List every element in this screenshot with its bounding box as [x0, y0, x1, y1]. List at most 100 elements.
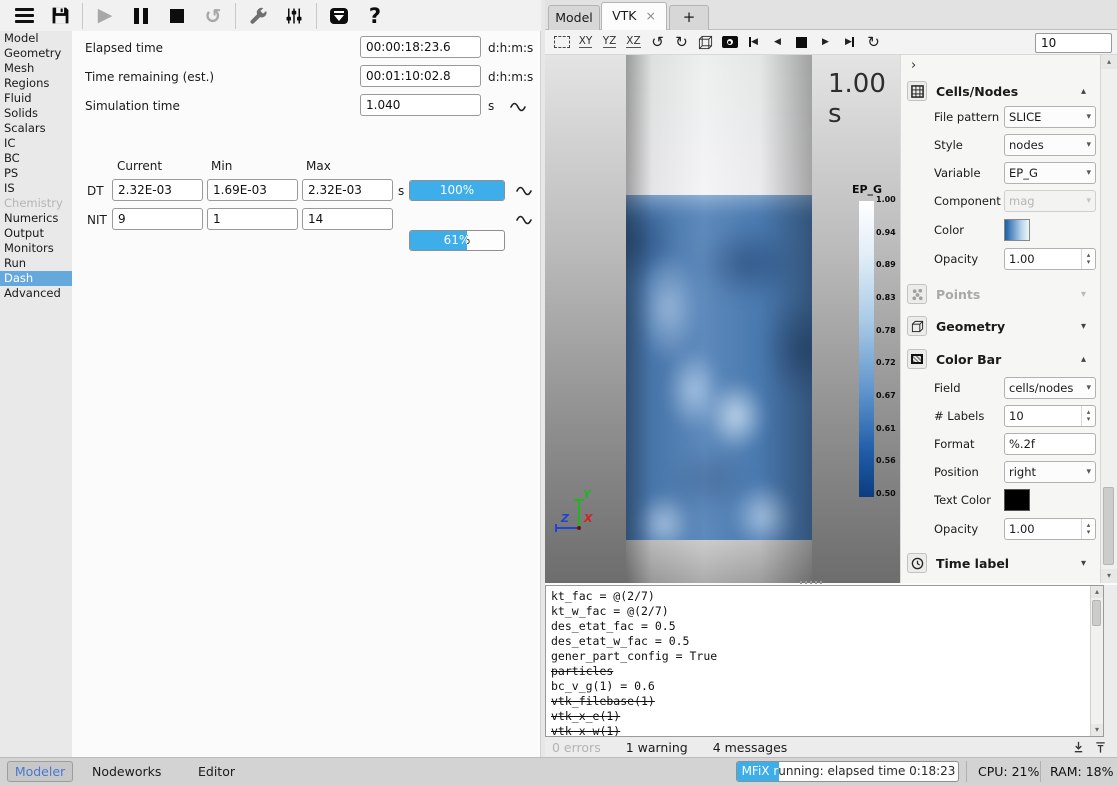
- stop-button[interactable]: [159, 3, 195, 29]
- section-color-bar[interactable]: Color Bar ▴: [907, 348, 1086, 370]
- scroll-up-icon[interactable]: ▴: [1091, 586, 1103, 598]
- messages-count[interactable]: 4 messages: [713, 740, 788, 755]
- main-toolbar: ▶ ↺ ?: [0, 0, 545, 31]
- dt-current-field[interactable]: 2.32E-03: [112, 179, 203, 201]
- plot-dt-button[interactable]: [515, 183, 537, 196]
- terminal-scrollbar[interactable]: ▴ ▾: [1090, 586, 1103, 736]
- sidebar-item-monitors[interactable]: Monitors: [0, 241, 72, 256]
- scrollbar-thumb[interactable]: [1092, 600, 1101, 626]
- play-button[interactable]: ▶: [87, 3, 123, 29]
- close-tab-icon[interactable]: ×: [645, 8, 655, 23]
- file-pattern-dropdown[interactable]: SLICE▾: [1004, 106, 1096, 128]
- variable-dropdown[interactable]: EP_G▾: [1004, 162, 1096, 184]
- refresh-button[interactable]: ↻: [865, 33, 882, 51]
- control-panel-scrollbar[interactable]: ▴ ▾: [1100, 55, 1117, 583]
- tab-model[interactable]: Model: [548, 5, 600, 30]
- first-frame-button[interactable]: ◀: [745, 33, 762, 51]
- settings-button[interactable]: [276, 3, 312, 29]
- sliders-icon: [285, 7, 303, 25]
- menu-button[interactable]: [6, 3, 42, 29]
- sidebar-item-numerics[interactable]: Numerics: [0, 211, 72, 226]
- sidebar-item-dash[interactable]: Dash: [0, 271, 72, 286]
- scrollbar-thumb[interactable]: [1103, 487, 1114, 565]
- fit-view-button[interactable]: [553, 33, 570, 51]
- view-xy-button[interactable]: XY: [577, 33, 594, 51]
- save-button[interactable]: [42, 3, 78, 29]
- rotate-right-button[interactable]: ↻: [673, 33, 690, 51]
- add-tab-button[interactable]: +: [669, 5, 709, 30]
- sidebar-item-advanced[interactable]: Advanced: [0, 286, 72, 301]
- scroll-down-icon[interactable]: ▾: [1101, 569, 1117, 583]
- frame-index-input[interactable]: 10: [1035, 33, 1112, 53]
- plot-nit-button[interactable]: [515, 212, 537, 225]
- pause-button[interactable]: [123, 3, 159, 29]
- sidebar-item-model[interactable]: Model: [0, 31, 72, 46]
- sidebar-item-is[interactable]: IS: [0, 181, 72, 196]
- scroll-to-bottom-button[interactable]: [1067, 739, 1089, 755]
- dt-min-field[interactable]: 1.69E-03: [207, 179, 298, 201]
- snapshot-button[interactable]: [721, 33, 738, 51]
- sidebar-item-ps[interactable]: PS: [0, 166, 72, 181]
- scroll-to-top-button[interactable]: [1089, 739, 1111, 755]
- format-input[interactable]: %.2f: [1004, 433, 1096, 455]
- tab-vtk[interactable]: VTK ×: [601, 2, 667, 30]
- colorbar-opacity-spinbox[interactable]: 1.00▴▾: [1004, 518, 1096, 540]
- scroll-up-icon[interactable]: ▴: [1101, 55, 1117, 69]
- section-cells-nodes[interactable]: Cells/Nodes ▴: [907, 80, 1086, 102]
- position-dropdown[interactable]: right▾: [1004, 461, 1096, 483]
- sidebar-item-ic[interactable]: IC: [0, 136, 72, 151]
- rotate-left-button[interactable]: ↺: [649, 33, 666, 51]
- field-dropdown[interactable]: cells/nodes▾: [1004, 377, 1096, 399]
- sidebar-item-output[interactable]: Output: [0, 226, 72, 241]
- previous-frame-button[interactable]: ◀: [769, 33, 786, 51]
- scroll-down-icon[interactable]: ▾: [1091, 724, 1103, 736]
- sidebar-item-solids[interactable]: Solids: [0, 106, 72, 121]
- app-footer: Modeler Nodeworks Editor MFiX running: e…: [0, 757, 1117, 785]
- stop-playback-button[interactable]: [793, 33, 810, 51]
- footer-tab-modeler[interactable]: Modeler: [7, 761, 73, 782]
- section-geometry[interactable]: Geometry ▾: [907, 315, 1086, 337]
- plot-simulation-time-button[interactable]: [509, 99, 531, 112]
- submit-button[interactable]: [321, 3, 357, 29]
- colormap-swatch-button[interactable]: [1004, 219, 1030, 241]
- time-remaining-value[interactable]: 00:01:10:02.8: [360, 65, 481, 87]
- spin-down-icon[interactable]: ▾: [1087, 259, 1091, 266]
- sidebar-item-regions[interactable]: Regions: [0, 76, 72, 91]
- terminal-output[interactable]: kt_fac = @(2/7) kt_w_fac = @(2/7) des_et…: [545, 585, 1104, 737]
- reset-button[interactable]: ↺: [195, 3, 231, 29]
- view-xz-button[interactable]: XZ: [625, 33, 642, 51]
- sidebar-item-geometry[interactable]: Geometry: [0, 46, 72, 61]
- last-frame-button[interactable]: ▶: [841, 33, 858, 51]
- footer-tab-editor[interactable]: Editor: [198, 762, 235, 782]
- sidebar-item-scalars[interactable]: Scalars: [0, 121, 72, 136]
- dt-max-field[interactable]: 2.32E-03: [302, 179, 393, 201]
- simulation-time-value[interactable]: 1.040: [360, 94, 481, 116]
- spin-down-icon[interactable]: ▾: [1087, 416, 1091, 423]
- num-labels-spinbox[interactable]: 10▴▾: [1004, 405, 1096, 427]
- nit-min-field[interactable]: 1: [207, 208, 298, 230]
- help-button[interactable]: ?: [357, 3, 393, 29]
- sidebar-item-bc[interactable]: BC: [0, 151, 72, 166]
- build-button[interactable]: [240, 3, 276, 29]
- spin-down-icon[interactable]: ▾: [1087, 529, 1091, 536]
- vtk-render-view[interactable]: 1.00 s EP_G 1.000.94 0.890.83 0.780.72 0…: [545, 55, 900, 583]
- elapsed-time-value[interactable]: 00:00:18:23.6: [360, 36, 481, 58]
- errors-count[interactable]: 0 errors: [552, 740, 601, 755]
- warnings-count[interactable]: 1 warning: [626, 740, 688, 755]
- text-color-swatch-button[interactable]: [1004, 489, 1030, 511]
- sidebar-item-run[interactable]: Run: [0, 256, 72, 271]
- next-frame-button[interactable]: ▶: [817, 33, 834, 51]
- opacity-spinbox[interactable]: 1.00▴▾: [1004, 248, 1096, 270]
- nit-current-field[interactable]: 9: [112, 208, 203, 230]
- time-remaining-label: Time remaining (est.): [85, 70, 214, 84]
- view-yz-button[interactable]: YZ: [601, 33, 618, 51]
- section-time-label[interactable]: Time label ▾: [907, 552, 1086, 574]
- collapse-panel-button[interactable]: ›: [911, 58, 916, 73]
- terminal-splitter-handle[interactable]: [800, 581, 824, 584]
- perspective-button[interactable]: [697, 33, 714, 51]
- nit-max-field[interactable]: 14: [302, 208, 393, 230]
- sidebar-item-mesh[interactable]: Mesh: [0, 61, 72, 76]
- footer-tab-nodeworks[interactable]: Nodeworks: [92, 762, 161, 782]
- style-dropdown[interactable]: nodes▾: [1004, 134, 1096, 156]
- sidebar-item-fluid[interactable]: Fluid: [0, 91, 72, 106]
